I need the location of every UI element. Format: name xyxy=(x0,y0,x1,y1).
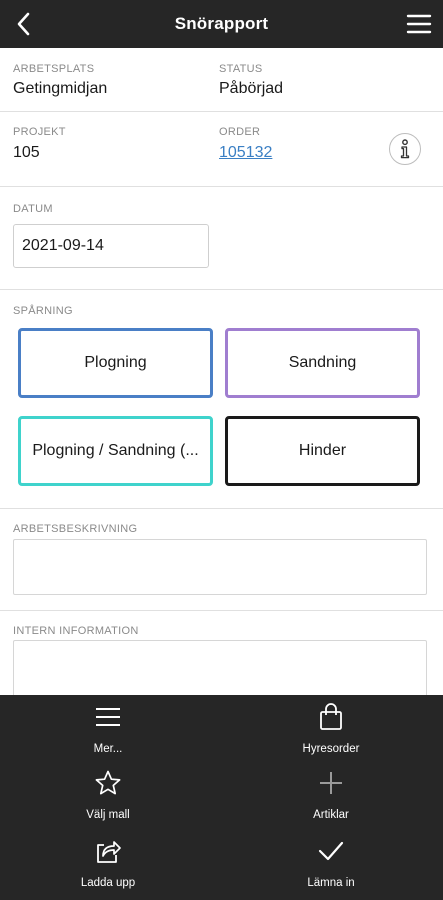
submit-action[interactable]: Lämna in xyxy=(261,835,401,889)
top-app-bar: Snörapport xyxy=(0,0,443,48)
project-value: 105 xyxy=(13,144,40,161)
page-title: Snörapport xyxy=(174,14,269,33)
info-button[interactable] xyxy=(389,133,421,165)
status-value: Påbörjad xyxy=(219,80,284,97)
order-label: ORDER xyxy=(219,126,261,138)
choose-template-action[interactable]: Välj mall xyxy=(38,767,178,821)
bottom-action-panel: Mer... Hyresorder Välj mall Artiklar Lad… xyxy=(0,695,443,900)
menu-button[interactable] xyxy=(401,6,437,42)
back-chevron-icon xyxy=(17,12,30,36)
articles-action[interactable]: Artiklar xyxy=(261,767,401,821)
star-icon xyxy=(95,770,121,795)
info-icon xyxy=(400,139,410,159)
shopping-bag-icon xyxy=(320,703,342,730)
tracking-button-plogning[interactable]: Plogning xyxy=(18,328,213,398)
date-label: DATUM xyxy=(13,203,53,215)
tracking-button-plogning-sandning[interactable]: Plogning / Sandning (... xyxy=(18,416,213,486)
share-upload-icon xyxy=(97,841,121,863)
tracking-button-sandning[interactable]: Sandning xyxy=(225,328,420,398)
order-link[interactable]: 105132 xyxy=(219,144,272,162)
internal-info-label: INTERN INFORMATION xyxy=(13,625,139,637)
back-button[interactable] xyxy=(6,6,42,42)
checkmark-icon xyxy=(318,841,344,861)
upload-action[interactable]: Ladda upp xyxy=(38,835,178,889)
choose-template-label: Välj mall xyxy=(86,809,130,821)
more-action-label: Mer... xyxy=(93,743,123,755)
plus-icon xyxy=(320,772,342,794)
submit-label: Lämna in xyxy=(307,877,355,889)
workplace-status-section: ARBETSPLATS Getingmidjan STATUS Påbörjad xyxy=(0,48,443,112)
hamburger-menu-icon xyxy=(406,14,432,34)
project-label: PROJEKT xyxy=(13,126,66,138)
work-description-label: ARBETSBESKRIVNING xyxy=(13,523,138,535)
rental-order-label: Hyresorder xyxy=(302,743,360,755)
workplace-value: Getingmidjan xyxy=(13,80,108,97)
menu-lines-icon xyxy=(96,708,120,726)
internal-info-input[interactable] xyxy=(13,640,427,700)
upload-label: Ladda upp xyxy=(80,877,136,889)
rental-order-action[interactable]: Hyresorder xyxy=(261,701,401,755)
articles-label: Artiklar xyxy=(313,809,349,821)
work-description-input[interactable] xyxy=(13,539,427,595)
tracking-label: SPÅRNING xyxy=(13,305,73,317)
project-order-section: PROJEKT 105 ORDER 105132 xyxy=(0,112,443,187)
tracking-button-hinder[interactable]: Hinder xyxy=(225,416,420,486)
more-action[interactable]: Mer... xyxy=(38,701,178,755)
date-field[interactable]: 2021-09-14 xyxy=(13,224,209,268)
status-label: STATUS xyxy=(219,63,263,75)
workplace-label: ARBETSPLATS xyxy=(13,63,95,75)
